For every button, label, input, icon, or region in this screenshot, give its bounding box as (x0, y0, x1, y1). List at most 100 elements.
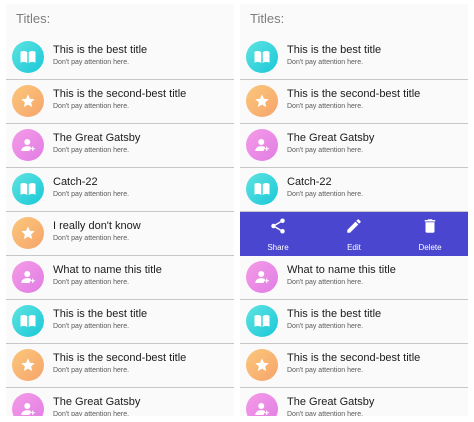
list-item[interactable]: This is the second-best title Don't pay a… (240, 80, 468, 124)
list-item-title: This is the second-best title (287, 88, 421, 100)
list-item-title: This is the second-best title (53, 352, 187, 364)
list-item-subtitle: Don't pay attention here. (53, 191, 130, 198)
list-item-subtitle: Don't pay attention here. (287, 411, 364, 416)
list-panel-right: Titles: This is the best title Don't pay … (240, 4, 468, 416)
swipe-actions-bar: Share Edit Delete (240, 212, 468, 256)
list-item-title: This is the best title (287, 308, 382, 320)
list-item-subtitle: Don't pay attention here. (287, 323, 364, 330)
book-icon (12, 41, 44, 73)
list-item-title: This is the best title (287, 44, 382, 56)
list-item-text: What to name this title Don't pay attenti… (287, 263, 464, 288)
title-list: This is the best title Don't pay attentio… (6, 36, 234, 416)
list-item-text: The Great Gatsby Don't pay attention here… (53, 131, 230, 156)
list-item-text: The Great Gatsby Don't pay attention here… (287, 395, 464, 416)
star-icon (12, 85, 44, 117)
panel-title: Titles: (16, 11, 51, 26)
list-item-title: What to name this title (287, 264, 396, 276)
panel-title: Titles: (250, 11, 285, 26)
list-item[interactable]: The Great Gatsby Don't pay attention here… (240, 388, 468, 416)
list-item[interactable]: This is the second-best title Don't pay a… (6, 344, 234, 388)
edit-button[interactable]: Edit (324, 217, 384, 252)
list-item-text: This is the second-best title Don't pay a… (287, 351, 464, 376)
list-item-title: The Great Gatsby (287, 132, 375, 144)
user-icon (246, 393, 278, 416)
list-item[interactable]: Catch-22 Don't pay attention here. (6, 168, 234, 212)
user-icon (12, 261, 44, 293)
list-item-text: The Great Gatsby Don't pay attention here… (53, 395, 230, 416)
list-item-text: This is the best title Don't pay attentio… (53, 307, 230, 332)
user-icon (246, 261, 278, 293)
list-item-title: I really don't know (53, 220, 141, 232)
list-item-subtitle: Don't pay attention here. (53, 367, 130, 374)
list-item-text: This is the second-best title Don't pay a… (287, 87, 464, 112)
book-icon (12, 305, 44, 337)
edit-icon (345, 217, 363, 243)
list-item-subtitle: Don't pay attention here. (287, 367, 364, 374)
title-list: This is the best title Don't pay attentio… (240, 36, 468, 416)
user-icon (12, 129, 44, 161)
list-item-title: Catch-22 (287, 176, 332, 188)
share-button[interactable]: Share (248, 217, 308, 252)
list-item-text: What to name this title Don't pay attenti… (53, 263, 230, 288)
list-item-title: The Great Gatsby (53, 396, 141, 408)
user-icon (246, 129, 278, 161)
list-item-title: This is the best title (53, 44, 148, 56)
delete-button[interactable]: Delete (400, 217, 460, 252)
list-item[interactable]: What to name this title Don't pay attenti… (240, 256, 468, 300)
star-icon (246, 349, 278, 381)
action-label: Edit (347, 242, 361, 252)
list-item-text: I really don't know Don't pay attention h… (53, 219, 230, 244)
list-item-text: This is the second-best title Don't pay a… (53, 87, 230, 112)
list-item-subtitle: Don't pay attention here. (53, 411, 130, 416)
list-item-title: This is the second-best title (53, 88, 187, 100)
list-item-title: This is the best title (53, 308, 148, 320)
list-item[interactable]: The Great Gatsby Don't pay attention here… (6, 388, 234, 416)
list-item[interactable]: This is the best title Don't pay attentio… (240, 36, 468, 80)
list-item-text: This is the best title Don't pay attentio… (287, 43, 464, 68)
list-item-title: What to name this title (53, 264, 162, 276)
list-item-subtitle: Don't pay attention here. (287, 279, 364, 286)
list-item-title: The Great Gatsby (287, 396, 375, 408)
list-item-title: This is the second-best title (287, 352, 421, 364)
list-item-subtitle: Don't pay attention here. (287, 191, 364, 198)
list-item[interactable]: The Great Gatsby Don't pay attention here… (6, 124, 234, 168)
action-label: Delete (418, 242, 442, 252)
list-item-title: The Great Gatsby (53, 132, 141, 144)
list-item[interactable]: This is the second-best title Don't pay a… (6, 80, 234, 124)
list-item-subtitle: Don't pay attention here. (53, 323, 130, 330)
delete-icon (421, 217, 439, 243)
book-icon (246, 305, 278, 337)
book-icon (12, 173, 44, 205)
list-item[interactable]: The Great Gatsby Don't pay attention here… (240, 124, 468, 168)
list-item-subtitle: Don't pay attention here. (53, 147, 130, 154)
list-item[interactable]: This is the best title Don't pay attentio… (6, 36, 234, 80)
list-item-subtitle: Don't pay attention here. (53, 279, 130, 286)
list-item[interactable]: What to name this title Don't pay attenti… (6, 256, 234, 300)
list-item[interactable]: I really don't know Don't pay attention h… (6, 212, 234, 256)
list-item-text: This is the second-best title Don't pay a… (53, 351, 230, 376)
list-item[interactable]: This is the best title Don't pay attentio… (240, 300, 468, 344)
star-icon (12, 349, 44, 381)
list-item[interactable]: Catch-22 Don't pay attention here. (240, 168, 468, 212)
list-item-subtitle: Don't pay attention here. (53, 235, 130, 242)
user-icon (12, 393, 44, 416)
book-icon (246, 173, 278, 205)
list-item-subtitle: Don't pay attention here. (53, 59, 130, 66)
list-item[interactable]: This is the second-best title Don't pay a… (240, 344, 468, 388)
list-item[interactable]: This is the best title Don't pay attentio… (6, 300, 234, 344)
list-item-subtitle: Don't pay attention here. (53, 103, 130, 110)
star-icon (12, 217, 44, 249)
action-label: Share (267, 242, 289, 252)
list-item-text: Catch-22 Don't pay attention here. (287, 175, 464, 200)
book-icon (246, 41, 278, 73)
list-item-title: Catch-22 (53, 176, 98, 188)
list-panel-left: Titles: This is the best title Don't pay … (6, 4, 234, 416)
list-item-text: Catch-22 Don't pay attention here. (53, 175, 230, 200)
star-icon (246, 85, 278, 117)
list-item-subtitle: Don't pay attention here. (287, 59, 364, 66)
list-item-text: This is the best title Don't pay attentio… (287, 307, 464, 332)
list-item-subtitle: Don't pay attention here. (287, 147, 364, 154)
share-icon (269, 217, 287, 243)
list-item-text: The Great Gatsby Don't pay attention here… (287, 131, 464, 156)
list-item-text: This is the best title Don't pay attentio… (53, 43, 230, 68)
